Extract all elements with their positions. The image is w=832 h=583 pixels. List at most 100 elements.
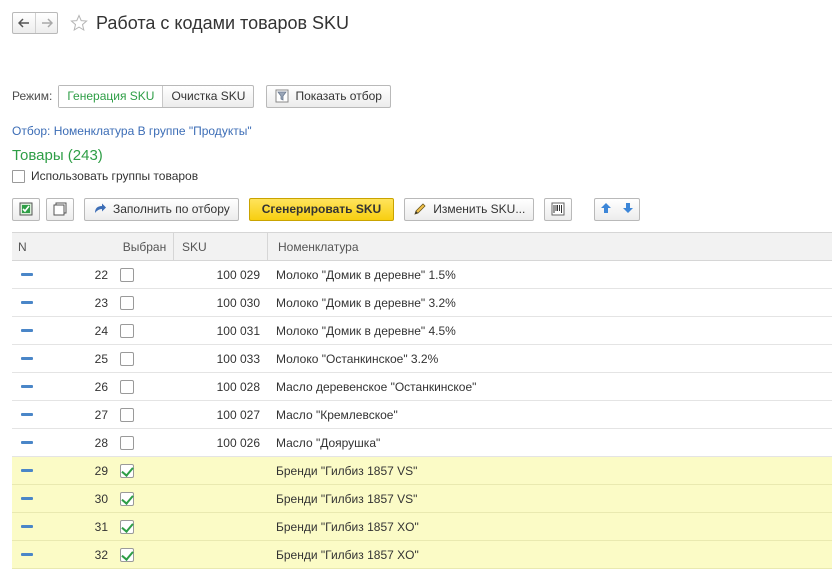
row-marker bbox=[12, 261, 74, 288]
table-row[interactable]: 30 Бренди "Гилбиз 1857 VS" bbox=[12, 485, 832, 513]
nav-group bbox=[12, 12, 58, 34]
fill-by-filter-button[interactable]: Заполнить по отбору bbox=[84, 197, 239, 221]
row-selected-cell[interactable] bbox=[116, 289, 174, 316]
arrow-left-icon bbox=[18, 18, 29, 28]
row-selected-cell[interactable] bbox=[116, 317, 174, 344]
row-nomenclature[interactable]: Масло "Кремлевское" bbox=[268, 401, 832, 428]
row-nomenclature[interactable]: Молоко "Домик в деревне" 3.2% bbox=[268, 289, 832, 316]
row-selected-cell[interactable] bbox=[116, 485, 174, 512]
row-sku[interactable]: 100 026 bbox=[174, 429, 268, 456]
table-row[interactable]: 31 Бренди "Гилбиз 1857 XO" bbox=[12, 513, 832, 541]
row-selected-cell[interactable] bbox=[116, 401, 174, 428]
arrow-down-icon bbox=[623, 202, 634, 213]
move-down-button[interactable] bbox=[622, 202, 634, 217]
row-checkbox[interactable] bbox=[120, 267, 134, 282]
row-sku[interactable]: 100 028 bbox=[174, 373, 268, 400]
table-row[interactable]: 25 100 033 Молоко "Останкинское" 3.2% bbox=[12, 345, 832, 373]
row-number: 31 bbox=[94, 519, 108, 534]
row-selected-cell[interactable] bbox=[116, 345, 174, 372]
row-sku[interactable]: 100 030 bbox=[174, 289, 268, 316]
pencil-icon bbox=[413, 202, 427, 216]
row-sku[interactable]: 100 029 bbox=[174, 261, 268, 288]
row-nomenclature[interactable]: Бренди "Гилбиз 1857 VS" bbox=[268, 485, 832, 512]
row-marker bbox=[12, 317, 74, 344]
row-nomenclature[interactable]: Масло "Доярушка" bbox=[268, 429, 832, 456]
row-checkbox[interactable] bbox=[120, 547, 134, 562]
mode-generate-sku[interactable]: Генерация SKU bbox=[59, 85, 164, 107]
row-selected-cell[interactable] bbox=[116, 513, 174, 540]
table-row[interactable]: 24 100 031 Молоко "Домик в деревне" 4.5% bbox=[12, 317, 832, 345]
row-checkbox[interactable] bbox=[120, 323, 134, 338]
mode-clear-sku[interactable]: Очистка SKU bbox=[163, 86, 253, 107]
row-selected-cell[interactable] bbox=[116, 261, 174, 288]
row-checkbox[interactable] bbox=[120, 351, 134, 366]
row-nomenclature[interactable]: Молоко "Домик в деревне" 4.5% bbox=[268, 317, 832, 344]
row-nomenclature[interactable]: Бренди "Гилбиз 1857 XO" bbox=[268, 541, 832, 568]
row-nomenclature[interactable]: Молоко "Останкинское" 3.2% bbox=[268, 345, 832, 372]
row-dash-icon bbox=[21, 525, 33, 528]
show-filter-button[interactable]: Показать отбор bbox=[266, 84, 391, 108]
row-checkbox[interactable] bbox=[120, 295, 134, 310]
table-row[interactable]: 28 100 026 Масло "Доярушка" bbox=[12, 429, 832, 457]
row-selected-cell[interactable] bbox=[116, 541, 174, 568]
table-row[interactable]: 22 100 029 Молоко "Домик в деревне" 1.5% bbox=[12, 261, 832, 289]
use-groups-checkbox[interactable] bbox=[12, 169, 25, 183]
row-checkbox[interactable] bbox=[120, 519, 134, 534]
table-toolbar: Заполнить по отбору Сгенерировать SKU Из… bbox=[12, 197, 641, 221]
table-row[interactable]: 23 100 030 Молоко "Домик в деревне" 3.2% bbox=[12, 289, 832, 317]
table-row[interactable]: 29 Бренди "Гилбиз 1857 VS" bbox=[12, 457, 832, 485]
row-dash-icon bbox=[21, 413, 33, 416]
row-nomenclature[interactable]: Бренди "Гилбиз 1857 XO" bbox=[268, 513, 832, 540]
row-sku[interactable]: 100 027 bbox=[174, 401, 268, 428]
row-marker bbox=[12, 485, 74, 512]
row-number: 26 bbox=[94, 379, 108, 394]
row-checkbox[interactable] bbox=[120, 379, 134, 394]
generate-sku-button[interactable]: Сгенерировать SKU bbox=[248, 197, 395, 221]
uncheck-all-icon bbox=[53, 202, 67, 216]
uncheck-all-button[interactable] bbox=[46, 197, 74, 221]
row-checkbox[interactable] bbox=[120, 407, 134, 422]
row-checkbox[interactable] bbox=[120, 463, 134, 478]
table-row[interactable]: 32 Бренди "Гилбиз 1857 XO" bbox=[12, 541, 832, 569]
change-sku-button[interactable]: Изменить SKU... bbox=[404, 197, 535, 221]
row-sku[interactable] bbox=[174, 513, 268, 540]
row-number: 27 bbox=[94, 407, 108, 422]
row-dash-icon bbox=[21, 357, 33, 360]
mode-switch: Генерация SKU Очистка SKU bbox=[58, 84, 255, 108]
row-number: 23 bbox=[94, 295, 108, 310]
row-selected-cell[interactable] bbox=[116, 429, 174, 456]
row-sku[interactable]: 100 033 bbox=[174, 345, 268, 372]
row-checkbox[interactable] bbox=[120, 435, 134, 450]
row-sku[interactable] bbox=[174, 485, 268, 512]
row-sku[interactable]: 100 031 bbox=[174, 317, 268, 344]
title-bar: Работа с кодами товаров SKU bbox=[12, 10, 349, 36]
move-up-button[interactable] bbox=[600, 202, 612, 217]
column-selected[interactable]: Выбран bbox=[116, 233, 174, 260]
row-dash-icon bbox=[21, 497, 33, 500]
filter-description[interactable]: Отбор: Номенклатура В группе "Продукты" bbox=[12, 124, 252, 138]
favorite-button[interactable] bbox=[70, 14, 88, 32]
column-sku[interactable]: SKU bbox=[174, 233, 268, 260]
table-row[interactable]: 26 100 028 Масло деревенское "Останкинское… bbox=[12, 373, 832, 401]
column-n[interactable]: N bbox=[12, 233, 74, 260]
row-nomenclature[interactable]: Масло деревенское "Останкинское" bbox=[268, 373, 832, 400]
row-nomenclature[interactable]: Бренди "Гилбиз 1857 VS" bbox=[268, 457, 832, 484]
row-selected-cell[interactable] bbox=[116, 373, 174, 400]
row-marker bbox=[12, 513, 74, 540]
row-dash-icon bbox=[21, 385, 33, 388]
mode-label: Режим: bbox=[12, 89, 53, 103]
back-button[interactable] bbox=[13, 13, 35, 33]
check-all-button[interactable] bbox=[12, 197, 40, 221]
table-row[interactable]: 27 100 027 Масло "Кремлевское" bbox=[12, 401, 832, 429]
barcode-button[interactable] bbox=[544, 197, 573, 221]
filter-icon bbox=[275, 89, 289, 103]
row-sku[interactable] bbox=[174, 457, 268, 484]
row-checkbox[interactable] bbox=[120, 491, 134, 506]
row-nomenclature[interactable]: Молоко "Домик в деревне" 1.5% bbox=[268, 261, 832, 288]
row-sku[interactable] bbox=[174, 541, 268, 568]
column-nomenclature[interactable]: Номенклатура bbox=[268, 233, 832, 260]
use-groups-checkbox-row[interactable]: Использовать группы товаров bbox=[12, 169, 198, 183]
row-selected-cell[interactable] bbox=[116, 457, 174, 484]
row-dash-icon bbox=[21, 329, 33, 332]
forward-button[interactable] bbox=[35, 13, 57, 33]
